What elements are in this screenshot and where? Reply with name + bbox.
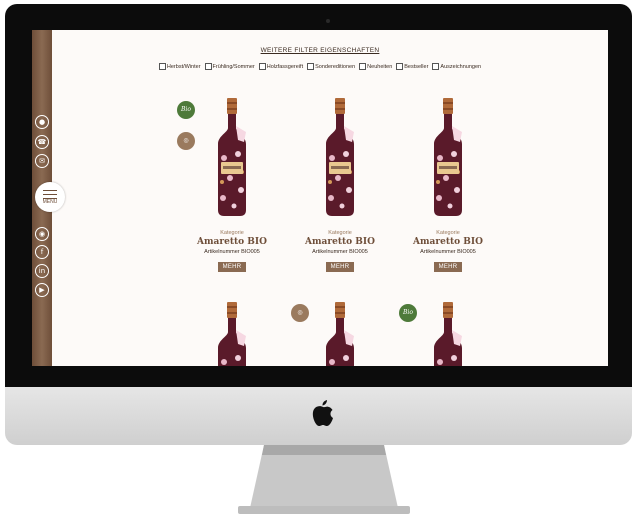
product-category: Kategorie	[328, 230, 352, 236]
product-article-number: Artikelnummer BIO005	[420, 249, 476, 255]
mail-icon[interactable]: ✉	[35, 154, 49, 168]
mehr-button[interactable]: MEHR	[217, 262, 247, 272]
filter-bestseller[interactable]: Bestseller	[396, 63, 428, 70]
product-card: Kategorie Amaretto BIO Artikelnummer BIO…	[182, 230, 282, 273]
product-article-number: Artikelnummer BIO005	[312, 249, 368, 255]
product-image[interactable]	[428, 302, 468, 366]
award-medal-icon: ◎	[291, 304, 309, 322]
checkbox[interactable]	[258, 63, 266, 70]
product-category: Kategorie	[220, 230, 244, 236]
product-image[interactable]	[320, 302, 360, 366]
checkbox[interactable]	[396, 63, 404, 70]
apple-logo-icon	[312, 400, 333, 426]
filter-label: Holzfassgereift	[266, 63, 304, 70]
filter-fruehling-sommer[interactable]: Frühling/Sommer	[204, 63, 255, 70]
product-image[interactable]	[212, 302, 252, 366]
filter-herbst-winter[interactable]: Herbst/Winter	[158, 63, 201, 70]
linkedin-icon[interactable]: in	[35, 264, 49, 278]
filter-label: Sondereditionen	[315, 63, 356, 70]
menu-button[interactable]: MENU	[35, 182, 65, 212]
product-image[interactable]	[212, 98, 252, 220]
filter-sondereditionen[interactable]: Sondereditionen	[307, 63, 355, 70]
hamburger-icon	[43, 190, 57, 199]
bio-badge: Bio	[399, 304, 417, 322]
checkbox[interactable]	[359, 63, 367, 70]
product-article-number: Artikelnummer BIO005	[204, 249, 260, 255]
mehr-button[interactable]: MEHR	[433, 262, 463, 272]
product-image[interactable]	[428, 98, 468, 220]
camera	[326, 19, 330, 23]
account-icon[interactable]: ●	[35, 115, 49, 129]
filter-label: Bestseller	[404, 63, 429, 70]
screen-content: ● ☎ ✉ ◉ f in ▶ MENU WEITERE FILTER EIGEN…	[32, 30, 608, 366]
filter-title[interactable]: WEITERE FILTER EIGENSCHAFTEN	[32, 47, 608, 54]
filter-label: Auszeichnungen	[440, 63, 482, 70]
mehr-button[interactable]: MEHR	[325, 262, 355, 272]
checkbox[interactable]	[307, 63, 315, 70]
product-card: Kategorie Amaretto BIO Artikelnummer BIO…	[290, 230, 390, 273]
product-card: Kategorie Amaretto BIO Artikelnummer BIO…	[398, 230, 498, 273]
filter-label: Herbst/Winter	[166, 63, 201, 70]
filter-holzfassgereift[interactable]: Holzfassgereift	[258, 63, 304, 70]
product-category: Kategorie	[436, 230, 460, 236]
product-name[interactable]: Amaretto BIO	[182, 237, 282, 247]
menu-label: MENU	[42, 199, 58, 205]
instagram-icon[interactable]: ◉	[35, 227, 49, 241]
product-image[interactable]	[320, 98, 360, 220]
checkbox[interactable]	[432, 63, 440, 70]
checkbox[interactable]	[158, 63, 166, 70]
filter-label: Frühling/Sommer	[212, 63, 255, 70]
checkbox[interactable]	[204, 63, 212, 70]
youtube-icon[interactable]: ▶	[35, 283, 49, 297]
product-name[interactable]: Amaretto BIO	[398, 237, 498, 247]
product-name[interactable]: Amaretto BIO	[290, 237, 390, 247]
filter-neuheiten[interactable]: Neuheiten	[359, 63, 392, 70]
award-medal-icon: ◎	[177, 132, 195, 150]
phone-icon[interactable]: ☎	[35, 135, 49, 149]
filter-options: Herbst/Winter Frühling/Sommer Holzfassge…	[32, 63, 608, 70]
filter-label: Neuheiten	[367, 63, 393, 70]
bio-badge: Bio	[177, 101, 195, 119]
facebook-icon[interactable]: f	[35, 245, 49, 259]
filter-auszeichnungen[interactable]: Auszeichnungen	[432, 63, 481, 70]
